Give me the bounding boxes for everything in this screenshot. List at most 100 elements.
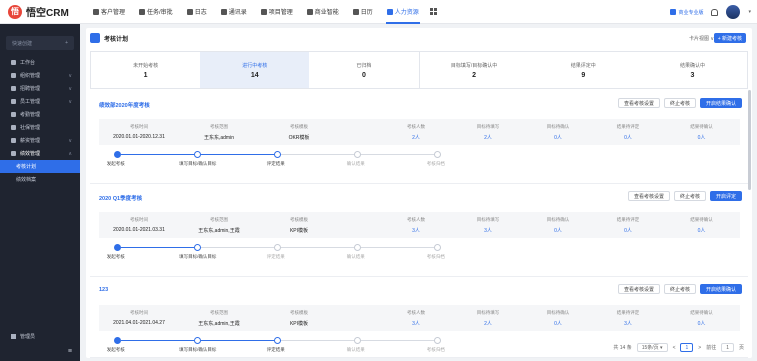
info-value[interactable]: 0人 xyxy=(554,320,562,327)
sidebar-item-employee[interactable]: 员工管理 ∨ xyxy=(0,95,80,108)
info-value[interactable]: 0人 xyxy=(554,134,562,141)
card-title[interactable]: 123 xyxy=(99,287,108,293)
info-value[interactable]: 0人 xyxy=(698,134,706,141)
stat-not-started[interactable]: 未开始考核 1 xyxy=(91,52,200,88)
info-value[interactable]: 0人 xyxy=(554,227,562,234)
sidebar-item-label: 考核计划 xyxy=(16,164,37,170)
admin-user[interactable]: 管理员 xyxy=(0,330,80,343)
info-label: 考核人数 xyxy=(407,123,425,129)
nav-project[interactable]: 项目管理 xyxy=(254,0,300,24)
stop-assessment-button[interactable]: 终止考核 xyxy=(663,284,696,294)
view-switch[interactable]: 卡片视图 ∨ xyxy=(689,35,714,42)
sidebar-item-label: 绩效档案 xyxy=(16,177,37,183)
sidebar-item-performance-archive[interactable]: 绩效档案 xyxy=(0,173,80,186)
sidebar-item-recruit[interactable]: 招聘管理 ∨ xyxy=(0,82,80,95)
info-value[interactable]: 0人 xyxy=(624,134,632,141)
stat-result-evaluating[interactable]: 结果评定中 9 xyxy=(529,52,638,88)
chevron-up-icon: ∧ xyxy=(68,150,72,157)
sidebar-item-salary[interactable]: 薪资管理 ∨ xyxy=(0,134,80,147)
stat-target-filling[interactable]: 目标填写/目标确认中 2 xyxy=(418,52,529,88)
nav-log[interactable]: 日志 xyxy=(180,0,214,24)
main-panel: 考核计划 卡片视图 ∨ + 新建考核 未开始考核 1 进行中考核 14 已归档 0 目… xyxy=(86,28,752,358)
admin-label: 管理员 xyxy=(20,334,36,340)
stat-in-progress[interactable]: 进行中考核 14 xyxy=(200,52,310,88)
info-cell: 考核人数 3人 xyxy=(379,212,453,238)
stop-assessment-button[interactable]: 终止考核 xyxy=(673,191,706,201)
nav-task[interactable]: 任务/审批 xyxy=(132,0,180,24)
nav-customer[interactable]: 客户管理 xyxy=(86,0,132,24)
scrollbar[interactable] xyxy=(748,90,751,190)
sidebar-item-assessment-plan[interactable]: 考核计划 xyxy=(0,160,80,173)
info-value[interactable]: 3人 xyxy=(624,320,632,327)
info-label: 考核时间 xyxy=(130,217,148,222)
pagination: 共 14 条 15条/页 ▾ < 1 > 前往 1 页 xyxy=(613,343,744,352)
stat-label: 结果评定中 xyxy=(570,62,596,69)
menu-collapse-icon[interactable]: ≡ xyxy=(68,348,72,355)
stop-assessment-button[interactable]: 终止考核 xyxy=(663,98,696,108)
step-label: 发起考核 xyxy=(106,161,125,166)
upgrade-link[interactable]: 商业专业版 xyxy=(670,9,703,16)
next-page-button[interactable]: > xyxy=(698,345,701,351)
chevron-down-icon[interactable]: ▾ xyxy=(748,9,751,15)
start-action-button[interactable]: 开启评定 xyxy=(709,191,742,201)
prev-page-button[interactable]: < xyxy=(673,345,676,351)
start-action-button[interactable]: 开启结果确认 xyxy=(699,98,742,108)
step-dot xyxy=(194,337,201,344)
view-settings-button[interactable]: 查看考核设置 xyxy=(627,191,670,201)
sidebar-item-label: 员工管理 xyxy=(20,99,41,105)
stat-value: 2 xyxy=(472,71,477,79)
info-label: 考核范围 xyxy=(210,309,228,315)
assessment-card: 绩效部2020年度考核 查看考核设置 终止考核 开启结果确认 考核时间 2020.01.0… xyxy=(90,92,748,184)
info-value[interactable]: 2人 xyxy=(484,134,492,141)
goto-input[interactable]: 1 xyxy=(721,343,734,352)
info-value[interactable]: 3人 xyxy=(412,227,420,234)
new-assessment-button[interactable]: + 新建考核 xyxy=(713,33,746,43)
app-logo[interactable]: 悟 悟空CRM xyxy=(0,4,80,19)
sidebar-item-insurance[interactable]: 社保管理 xyxy=(0,121,80,134)
stat-result-confirming[interactable]: 结果确认中 3 xyxy=(638,52,747,88)
info-value: KPI模板 xyxy=(289,320,309,327)
page-number-current[interactable]: 1 xyxy=(680,343,694,352)
page-size-select[interactable]: 15条/页 ▾ xyxy=(636,343,668,352)
sidebar-item-org[interactable]: 组织管理 ∨ xyxy=(0,69,80,82)
info-label: 结果待确认 xyxy=(690,309,713,315)
stat-archived[interactable]: 已归档 0 xyxy=(309,52,418,88)
nav-bi[interactable]: 商业智能 xyxy=(300,0,346,24)
info-label: 结果待评定 xyxy=(616,216,640,222)
step-connector xyxy=(281,247,354,248)
avatar[interactable] xyxy=(726,5,741,19)
step-dot xyxy=(274,151,281,158)
info-value[interactable]: 0人 xyxy=(624,227,632,234)
info-value[interactable]: 0人 xyxy=(698,320,706,327)
info-value[interactable]: 3人 xyxy=(484,227,492,234)
card-title[interactable]: 绩效部2020年度考核 xyxy=(99,101,150,109)
sidebar-item-label: 薪资管理 xyxy=(20,138,41,144)
info-value[interactable]: 0人 xyxy=(698,227,706,234)
bell-icon[interactable] xyxy=(711,8,719,16)
info-cell: 结果待评定 0人 xyxy=(593,119,663,145)
nav-calendar[interactable]: 日历 xyxy=(346,0,380,24)
view-settings-button[interactable]: 查看考核设置 xyxy=(617,98,660,108)
info-value[interactable]: 3人 xyxy=(412,320,420,327)
nav-label: 通讯录 xyxy=(228,10,247,16)
step-dot xyxy=(194,151,201,158)
recruit-icon xyxy=(11,86,16,91)
card-title[interactable]: 2020 Q1季度考核 xyxy=(99,194,142,202)
quick-create-button[interactable]: 快速创建 + xyxy=(6,36,74,50)
sidebar-item-performance[interactable]: 绩效管理 ∧ xyxy=(0,147,80,160)
step-label: 填写目标/确认目标 xyxy=(179,161,217,166)
nav-contacts[interactable]: 通讯录 xyxy=(214,0,254,24)
info-label: 目标待填写 xyxy=(476,216,500,222)
sidebar-item-attendance[interactable]: 考勤管理 xyxy=(0,108,80,121)
view-settings-button[interactable]: 查看考核设置 xyxy=(617,284,660,294)
calendar-icon xyxy=(352,8,359,15)
info-cell: 结果待评定 3人 xyxy=(593,305,663,331)
start-action-button[interactable]: 开启结果确认 xyxy=(699,284,742,294)
info-label: 目标待确认 xyxy=(546,309,570,315)
info-value[interactable]: 2人 xyxy=(484,320,492,327)
apps-grid-icon[interactable] xyxy=(429,8,437,15)
nav-hr[interactable]: 人力资源 xyxy=(380,0,426,24)
step-label: 发起考核 xyxy=(106,254,125,259)
info-value[interactable]: 2人 xyxy=(412,134,420,141)
sidebar-item-workbench[interactable]: 工作台 xyxy=(0,56,80,69)
